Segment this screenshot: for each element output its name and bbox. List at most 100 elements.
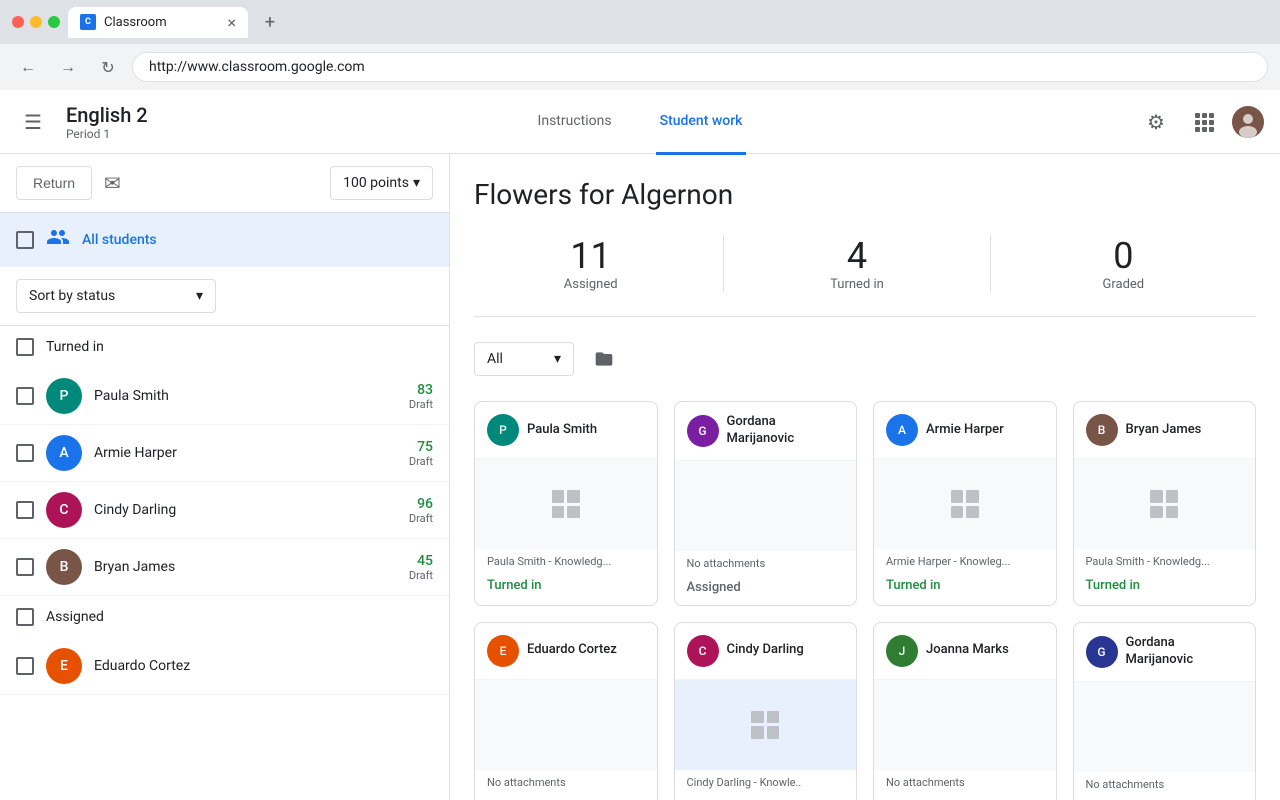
student-card[interactable]: G Gordana Marijanovic No attachments Ass… <box>674 401 858 606</box>
card-header: E Eduardo Cortez <box>475 623 657 680</box>
assigned-students-list: E Eduardo Cortez <box>0 638 449 695</box>
tab-student-work[interactable]: Student work <box>656 91 747 155</box>
app: ☰ English 2 Period 1 Instructions Studen… <box>0 90 1280 800</box>
card-avatar: A <box>886 414 918 446</box>
main-layout: Return ✉ 100 points ▾ All students <box>0 154 1280 800</box>
forward-button[interactable]: → <box>52 51 84 83</box>
return-button[interactable]: Return <box>16 166 92 200</box>
student-name: Armie Harper <box>94 445 397 461</box>
all-students-checkbox[interactable] <box>16 231 34 249</box>
address-bar[interactable]: http://www.classroom.google.com <box>132 52 1268 82</box>
apps-button[interactable] <box>1184 102 1224 142</box>
card-status <box>1074 797 1256 800</box>
card-thumb-icon <box>1150 490 1178 518</box>
student-row[interactable]: P Paula Smith 83 Draft <box>0 368 449 425</box>
stat-assigned: 11 Assigned <box>474 235 724 292</box>
stat-turned-in: 4 Turned in <box>724 235 990 292</box>
card-name: Gordana Marijanovic <box>1126 635 1244 669</box>
stat-assigned-label: Assigned <box>474 277 707 292</box>
stat-turned-in-number: 4 <box>740 235 973 277</box>
stat-graded: 0 Graded <box>991 235 1256 292</box>
all-students-row[interactable]: All students <box>0 213 449 267</box>
user-avatar[interactable] <box>1232 106 1264 138</box>
app-title: English 2 <box>66 103 148 127</box>
student-row[interactable]: A Armie Harper 75 Draft <box>0 425 449 482</box>
turned-in-label: Turned in <box>46 339 104 355</box>
card-name: Gordana Marijanovic <box>727 414 845 448</box>
sort-dropdown-icon: ▾ <box>196 288 203 304</box>
tab-title: Classroom <box>104 15 167 30</box>
student-checkbox[interactable] <box>16 387 34 405</box>
filter-row: All ▾ <box>474 341 1256 377</box>
student-score: 75 Draft <box>409 439 433 468</box>
app-header: ☰ English 2 Period 1 Instructions Studen… <box>0 90 1280 154</box>
student-card[interactable]: J Joanna Marks No attachments <box>873 622 1057 800</box>
stat-turned-in-label: Turned in <box>740 277 973 292</box>
filter-selector[interactable]: All ▾ <box>474 342 574 376</box>
student-card[interactable]: B Bryan James Paula Smith - Knowledg... … <box>1073 401 1257 606</box>
filter-dropdown-icon: ▾ <box>554 351 561 367</box>
back-button[interactable]: ← <box>12 51 44 83</box>
card-status: Turned in <box>1074 574 1256 603</box>
settings-button[interactable]: ⚙ <box>1136 102 1176 142</box>
card-body <box>1074 682 1256 772</box>
points-dropdown-icon: ▾ <box>413 175 420 191</box>
card-body <box>475 459 657 549</box>
student-cards-grid: P Paula Smith Paula Smith - Knowledg... … <box>474 401 1256 800</box>
card-header: B Bryan James <box>1074 402 1256 459</box>
student-card[interactable]: P Paula Smith Paula Smith - Knowledg... … <box>474 401 658 606</box>
maximize-dot[interactable] <box>48 16 60 28</box>
minimize-dot[interactable] <box>30 16 42 28</box>
mail-button[interactable]: ✉ <box>104 171 121 195</box>
student-checkbox[interactable] <box>16 501 34 519</box>
student-card[interactable]: A Armie Harper Armie Harper - Knowleg...… <box>873 401 1057 606</box>
student-row[interactable]: C Cindy Darling 96 Draft <box>0 482 449 539</box>
sidebar-toolbar: Return ✉ 100 points ▾ <box>0 154 449 213</box>
sort-selector[interactable]: Sort by status ▾ <box>16 279 216 313</box>
header-right: ⚙ <box>1064 102 1264 142</box>
student-card[interactable]: C Cindy Darling Cindy Darling - Knowle.. <box>674 622 858 800</box>
sidebar: Return ✉ 100 points ▾ All students <box>0 154 450 800</box>
stat-assigned-number: 11 <box>474 235 707 277</box>
menu-button[interactable]: ☰ <box>16 102 50 142</box>
student-row[interactable]: B Bryan James 45 Draft <box>0 539 449 596</box>
card-status <box>675 795 857 800</box>
stats-row: 11 Assigned 4 Turned in 0 Graded <box>474 235 1256 317</box>
student-checkbox[interactable] <box>16 657 34 675</box>
student-avatar: A <box>46 435 82 471</box>
folder-button[interactable] <box>586 341 622 377</box>
points-selector[interactable]: 100 points ▾ <box>330 166 433 200</box>
app-subtitle: Period 1 <box>66 127 148 141</box>
tab-instructions[interactable]: Instructions <box>534 91 616 155</box>
new-tab-button[interactable]: + <box>256 8 284 36</box>
card-avatar: B <box>1086 414 1118 446</box>
header-left: ☰ English 2 Period 1 <box>16 102 216 142</box>
card-avatar: J <box>886 635 918 667</box>
browser-nav: ← → ↻ http://www.classroom.google.com <box>0 44 1280 90</box>
student-checkbox[interactable] <box>16 558 34 576</box>
stat-graded-label: Graded <box>1007 277 1240 292</box>
student-row[interactable]: E Eduardo Cortez <box>0 638 449 695</box>
reload-button[interactable]: ↻ <box>92 51 124 83</box>
window-controls <box>12 16 60 28</box>
card-attachment: No attachments <box>675 551 857 576</box>
assignment-title: Flowers for Algernon <box>474 178 1256 211</box>
browser-tab[interactable]: C Classroom × <box>68 7 248 38</box>
student-avatar: C <box>46 492 82 528</box>
close-dot[interactable] <box>12 16 24 28</box>
assigned-label: Assigned <box>46 609 104 625</box>
student-card[interactable]: E Eduardo Cortez No attachments <box>474 622 658 800</box>
student-checkbox[interactable] <box>16 444 34 462</box>
card-name: Bryan James <box>1126 422 1202 439</box>
card-status: Turned in <box>475 574 657 603</box>
tab-close-button[interactable]: × <box>227 13 236 32</box>
all-students-label: All students <box>82 232 157 248</box>
student-name: Paula Smith <box>94 388 397 404</box>
card-header: J Joanna Marks <box>874 623 1056 680</box>
card-attachment: Cindy Darling - Knowle.. <box>675 770 857 795</box>
student-score: 45 Draft <box>409 553 433 582</box>
turned-in-checkbox[interactable] <box>16 338 34 356</box>
card-status: Assigned <box>675 576 857 605</box>
student-card[interactable]: G Gordana Marijanovic No attachments <box>1073 622 1257 800</box>
assigned-checkbox[interactable] <box>16 608 34 626</box>
